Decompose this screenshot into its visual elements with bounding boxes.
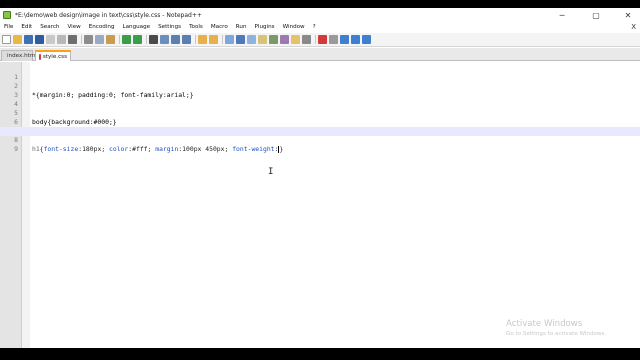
- editor-area[interactable]: 1 2 *{margin:0; padding:0; font-family:a…: [0, 62, 640, 348]
- maximize-button[interactable]: ▢: [586, 8, 606, 22]
- menu-language[interactable]: Language: [119, 22, 155, 33]
- undo-icon[interactable]: [122, 35, 131, 44]
- tab-bar: index.html style.css: [0, 48, 640, 61]
- watermark-title: Activate Windows: [506, 319, 583, 329]
- menu-bar: File Edit Search View Encoding Language …: [0, 22, 640, 33]
- menu-tools[interactable]: Tools: [185, 22, 207, 33]
- css-value: 100px 450px: [182, 145, 225, 153]
- stop-icon[interactable]: [329, 35, 338, 44]
- code-line-current: 8 h1{font-size:180px; color:#fff; margin…: [0, 127, 640, 153]
- toolbar-separator: [81, 35, 82, 44]
- notepadpp-window: *E:\demo\web design\image in text\css\st…: [0, 8, 640, 348]
- menu-run[interactable]: Run: [232, 22, 251, 33]
- find-icon[interactable]: [149, 35, 158, 44]
- toolbar-separator: [222, 35, 223, 44]
- code-line: 1: [0, 64, 640, 81]
- css-selector: h1: [32, 145, 40, 153]
- code-line: 5 body{background:#000;}: [0, 100, 640, 126]
- menu-edit[interactable]: Edit: [17, 22, 36, 33]
- udl-icon[interactable]: [258, 35, 267, 44]
- line-number: 9: [14, 145, 18, 153]
- print-icon[interactable]: [68, 35, 77, 44]
- menu-window[interactable]: Window: [279, 22, 309, 33]
- menu-encoding[interactable]: Encoding: [85, 22, 119, 33]
- play-icon[interactable]: [340, 35, 349, 44]
- ibeam-cursor-icon: I: [268, 167, 274, 177]
- css-property: font-size: [43, 145, 79, 153]
- play-multi-icon[interactable]: [351, 35, 360, 44]
- save-icon[interactable]: [24, 35, 33, 44]
- menu-search[interactable]: Search: [36, 22, 63, 33]
- tab-index-html[interactable]: index.html: [1, 50, 37, 61]
- zoom-out-icon[interactable]: [182, 35, 191, 44]
- close-button[interactable]: ✕: [618, 8, 638, 22]
- record-icon[interactable]: [318, 35, 327, 44]
- save-macro-icon[interactable]: [362, 35, 371, 44]
- monitor-icon[interactable]: [302, 35, 311, 44]
- func-list-icon[interactable]: [280, 35, 289, 44]
- close-brace: }: [279, 145, 284, 153]
- sync-v-icon[interactable]: [198, 35, 207, 44]
- css-property: font-weight: [232, 145, 275, 153]
- unsaved-file-icon: [39, 53, 41, 60]
- close-document-button[interactable]: X: [631, 22, 636, 33]
- code-line: 9: [0, 136, 640, 153]
- toolbar-separator: [195, 35, 196, 44]
- code-line: 2 *{margin:0; padding:0; font-family:ari…: [0, 73, 640, 99]
- activate-windows-watermark: Activate Windows Go to Settings to activ…: [506, 319, 606, 338]
- new-icon[interactable]: [2, 35, 11, 44]
- toolbar: [0, 33, 640, 47]
- menu-settings[interactable]: Settings: [154, 22, 185, 33]
- css-value: 180px: [82, 145, 102, 153]
- toolbar-separator: [119, 35, 120, 44]
- tab-label: style.css: [42, 53, 67, 60]
- redo-icon[interactable]: [133, 35, 142, 44]
- menu-plugins[interactable]: Plugins: [251, 22, 279, 33]
- css-property: color: [109, 145, 129, 153]
- tab-label: index.html: [7, 53, 37, 59]
- sync-h-icon[interactable]: [209, 35, 218, 44]
- indent-guide-icon[interactable]: [247, 35, 256, 44]
- close-icon[interactable]: [46, 35, 55, 44]
- menu-help[interactable]: ?: [309, 22, 320, 33]
- paste-icon[interactable]: [106, 35, 115, 44]
- close-all-icon[interactable]: [57, 35, 66, 44]
- window-title: *E:\demo\web design\image in text\css\st…: [15, 11, 202, 19]
- show-all-icon[interactable]: [236, 35, 245, 44]
- code-line: 4: [0, 91, 640, 108]
- menu-macro[interactable]: Macro: [207, 22, 232, 33]
- toolbar-separator: [315, 35, 316, 44]
- code-line: 6: [0, 109, 640, 126]
- title-bar: *E:\demo\web design\image in text\css\st…: [0, 8, 640, 22]
- code-text: h1{font-size:180px; color:#fff; margin:1…: [32, 145, 284, 153]
- menu-file[interactable]: File: [0, 22, 17, 33]
- open-icon[interactable]: [13, 35, 22, 44]
- notepadpp-icon: [3, 11, 11, 19]
- replace-icon[interactable]: [160, 35, 169, 44]
- cut-icon[interactable]: [84, 35, 93, 44]
- folder-icon[interactable]: [291, 35, 300, 44]
- wrap-icon[interactable]: [225, 35, 234, 44]
- doc-map-icon[interactable]: [269, 35, 278, 44]
- minimize-button[interactable]: ─: [552, 8, 572, 22]
- menu-view[interactable]: View: [63, 22, 84, 33]
- save-all-icon[interactable]: [35, 35, 44, 44]
- code-line: 7: [0, 118, 640, 135]
- code-line: 3: [0, 82, 640, 99]
- zoom-in-icon[interactable]: [171, 35, 180, 44]
- tab-style-css[interactable]: style.css: [35, 50, 71, 61]
- toolbar-separator: [146, 35, 147, 44]
- css-value: #fff: [132, 145, 148, 153]
- css-property: margin: [155, 145, 179, 153]
- watermark-subtitle: Go to Settings to activate Windows.: [506, 331, 607, 337]
- copy-icon[interactable]: [95, 35, 104, 44]
